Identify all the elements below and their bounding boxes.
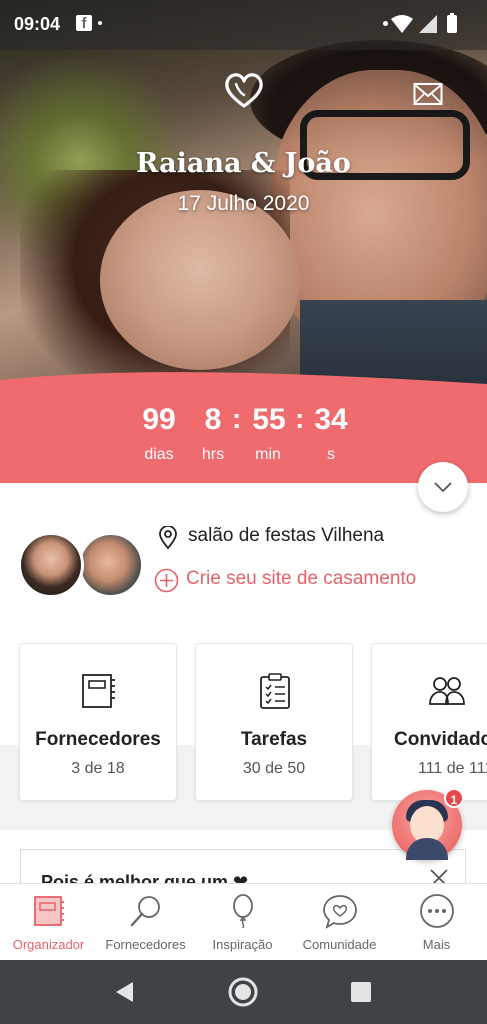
bottom-navigation: Organizador Fornecedores Inspiração Comu… [0, 883, 487, 960]
nav-fornecedores[interactable]: Fornecedores [97, 884, 194, 961]
clipboard-checklist-icon [260, 673, 290, 709]
nav-label: Inspiração [212, 937, 273, 952]
nav-inspiracao[interactable]: Inspiração [194, 884, 291, 961]
location-pin-icon [159, 526, 177, 550]
nav-mais[interactable]: Mais [388, 884, 485, 961]
countdown-separator: : [232, 403, 242, 434]
guests-icon [429, 677, 465, 705]
countdown-hours-label: hrs [201, 446, 225, 463]
planner-book-icon [34, 896, 64, 926]
countdown-seconds: 34 [314, 403, 348, 436]
card-fornecedores[interactable]: Fornecedores 3 de 18 [19, 643, 177, 801]
plus-circle-icon[interactable] [154, 568, 179, 593]
heart-logo-icon[interactable] [224, 72, 264, 110]
notification-badge: 1 [444, 788, 464, 808]
nav-label: Organizador [12, 937, 85, 952]
card-title: Tarefas [240, 729, 308, 750]
nav-comunidade[interactable]: Comunidade [291, 884, 388, 961]
card-title: Convidados [394, 729, 487, 750]
countdown-days-label: dias [144, 446, 174, 463]
countdown-hours: 8 [204, 403, 222, 436]
back-icon[interactable] [113, 980, 135, 1004]
more-dots-icon [420, 894, 454, 928]
mail-icon[interactable] [413, 82, 443, 106]
bride-avatar[interactable] [18, 532, 84, 598]
groom-avatar[interactable] [78, 532, 144, 598]
card-subtitle: 30 de 50 [242, 760, 306, 777]
countdown-background [0, 372, 487, 483]
system-navigation-bar [0, 960, 487, 1024]
nav-label: Mais [422, 937, 451, 952]
wedding-date: 17 Julho 2020 [177, 192, 310, 215]
recents-icon[interactable] [350, 981, 372, 1003]
nav-label: Fornecedores [105, 937, 186, 952]
countdown-band: 99 dias 8 hrs : 55 min : 34 s [0, 370, 487, 483]
card-title: Fornecedores [35, 729, 161, 750]
nav-organizador[interactable]: Organizador [0, 884, 97, 961]
countdown-separator: : [295, 403, 305, 434]
card-subtitle: 111 de 111 [418, 760, 487, 777]
notebook-icon [82, 674, 115, 708]
couple-names: Raiana & João [136, 148, 351, 179]
card-tarefas[interactable]: Tarefas 30 de 50 [195, 643, 353, 801]
create-site-link[interactable]: Crie seu site de casamento [186, 568, 416, 590]
app-screen: 09:04 f Raiana & João 17 Julho 2020 99 d… [0, 0, 487, 1024]
chevron-down-icon [434, 482, 452, 493]
magnifier-icon [130, 896, 160, 927]
facebook-notification-icon: f [76, 15, 92, 32]
status-bar: 09:04 f [0, 0, 487, 50]
chat-heart-icon [323, 895, 357, 929]
countdown-minutes: 55 [252, 403, 286, 436]
wifi-signal-battery-icon [391, 13, 457, 33]
nav-label: Comunidade [302, 937, 377, 952]
home-icon[interactable] [227, 976, 259, 1008]
countdown-minutes-label: min [255, 446, 281, 463]
expand-button[interactable] [418, 462, 468, 512]
balloon-icon [233, 894, 253, 929]
notification-dot-icon [98, 21, 102, 25]
card-convidados[interactable]: Convidados 111 de 111 [371, 643, 487, 801]
status-time: 09:04 [14, 14, 61, 34]
status-dot-icon [383, 21, 388, 26]
countdown-days: 99 [142, 403, 176, 436]
card-subtitle: 3 de 18 [71, 760, 125, 777]
countdown-seconds-label: s [327, 446, 335, 463]
assistant-body [406, 838, 448, 860]
venue-text[interactable]: salão de festas Vilhena [188, 525, 384, 547]
